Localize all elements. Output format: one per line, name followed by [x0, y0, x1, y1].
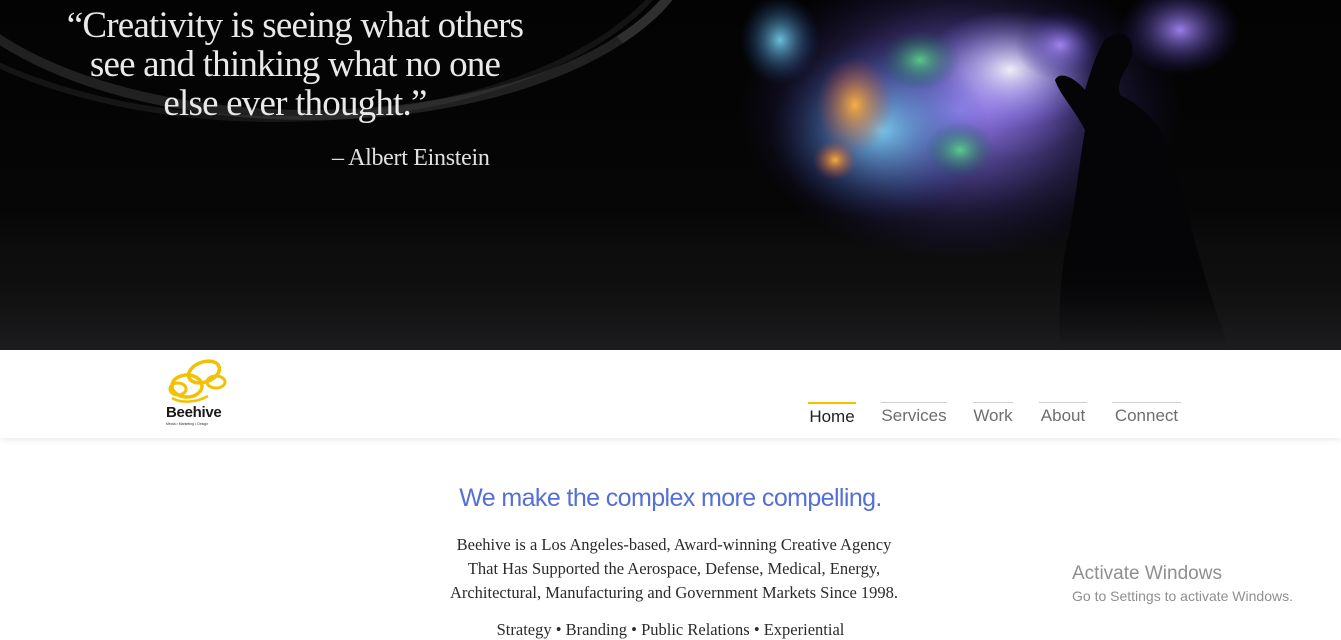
- bee-logo-icon: [168, 359, 227, 403]
- hero-quote-line: “Creativity is seeing what others: [66, 5, 524, 46]
- nav-item-work[interactable]: Work: [973, 402, 1013, 430]
- agency-description: Beehive is a Los Angeles-based, Award-wi…: [370, 533, 978, 605]
- brand-logo[interactable]: Beehive Media • Marketing • Design: [164, 356, 230, 428]
- brand-name: Beehive: [166, 404, 222, 421]
- hero-quote-line: else ever thought.”: [163, 83, 427, 124]
- brand-tagline: Media • Marketing • Design: [166, 422, 209, 426]
- windows-activation-watermark: Activate Windows Go to Settings to activ…: [1072, 563, 1293, 605]
- description-line: Architectural, Manufacturing and Governm…: [449, 583, 899, 602]
- watermark-subtitle: Go to Settings to activate Windows.: [1072, 588, 1293, 604]
- watermark-title: Activate Windows: [1072, 563, 1222, 584]
- description-line: That Has Supported the Aerospace, Defens…: [467, 559, 881, 578]
- navbar: Beehive Media • Marketing • Design Home …: [0, 350, 1341, 438]
- nav-item-home[interactable]: Home: [808, 402, 856, 431]
- description-line: Beehive is a Los Angeles-based, Award-wi…: [456, 535, 892, 554]
- main-headline: We make the complex more compelling.: [459, 484, 882, 512]
- hero-quote-line: see and thinking what no one: [89, 44, 501, 85]
- services-list: Strategy • Branding • Public Relations •…: [496, 620, 845, 639]
- hero-quote: “Creativity is seeing what others see an…: [40, 6, 550, 123]
- nav-item-services[interactable]: Services: [881, 402, 947, 430]
- nav-item-about[interactable]: About: [1039, 402, 1087, 430]
- hero-quote-author: – Albert Einstein: [332, 145, 490, 171]
- hero-banner: “Creativity is seeing what others see an…: [0, 0, 1341, 350]
- nav-item-connect[interactable]: Connect: [1112, 402, 1181, 430]
